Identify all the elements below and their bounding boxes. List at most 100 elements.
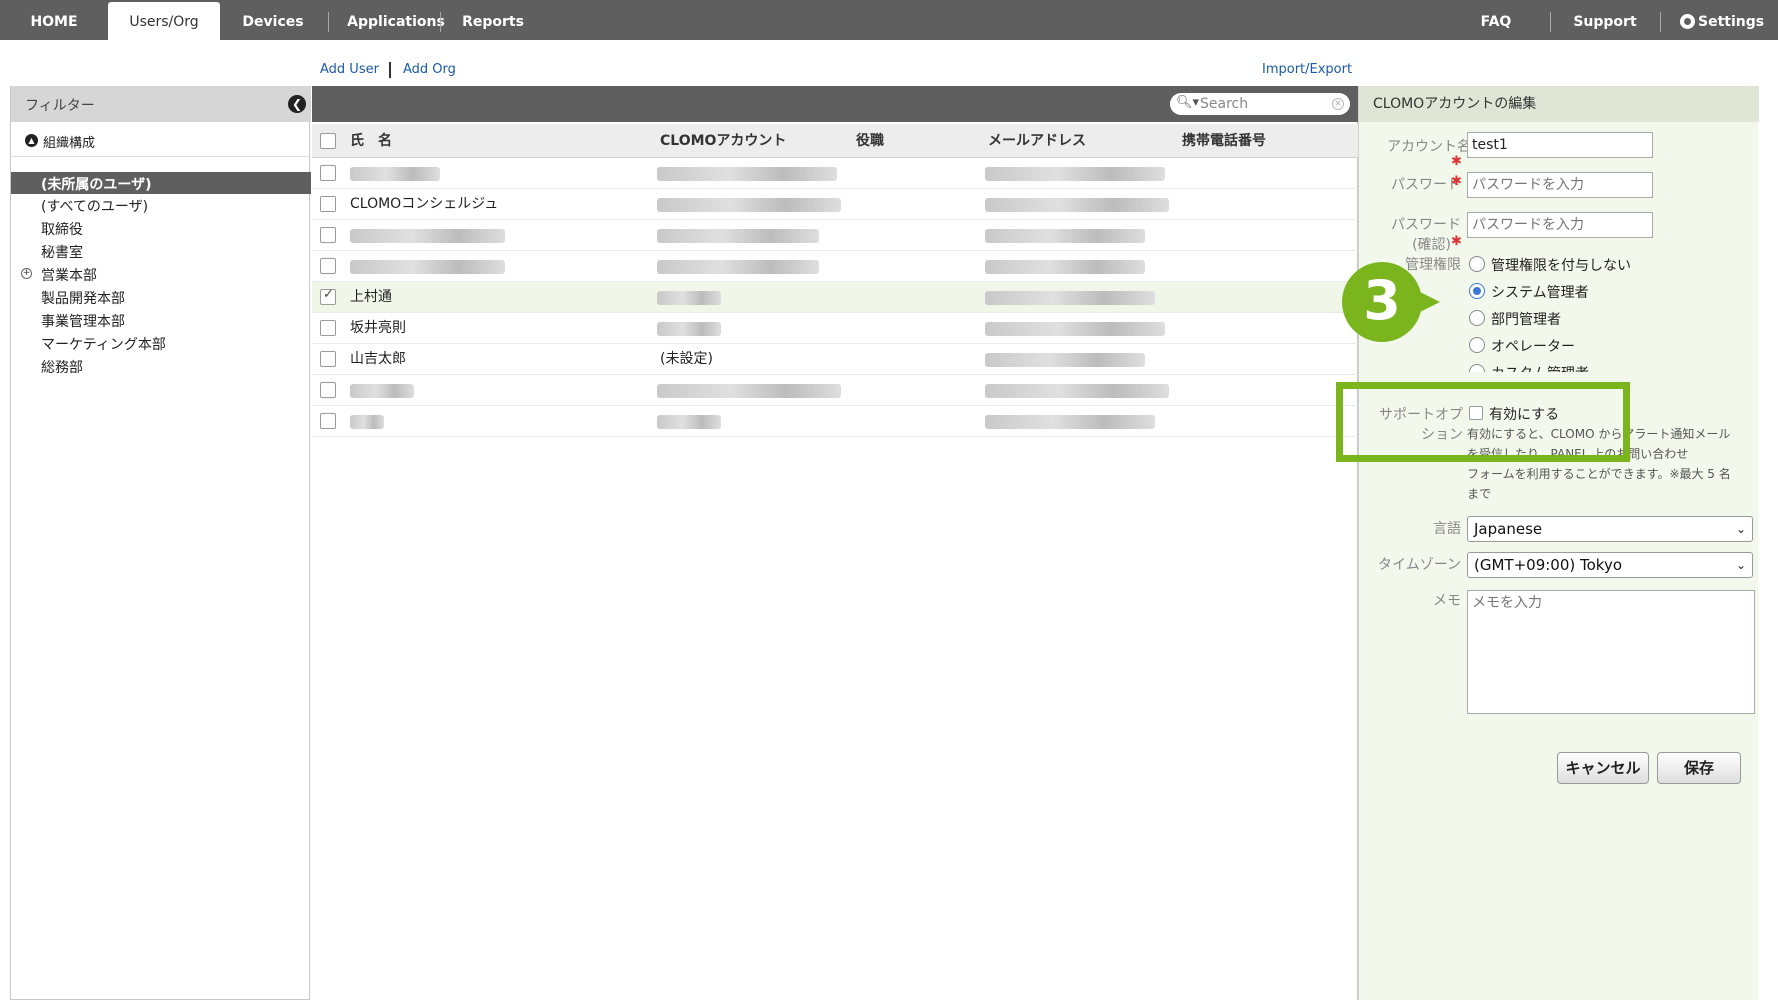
table-row[interactable] — [312, 375, 1358, 406]
col-mobile[interactable]: 携帯電話番号 — [1182, 124, 1266, 158]
row-checkbox[interactable] — [320, 227, 336, 243]
tab-devices[interactable]: Devices — [232, 0, 314, 40]
filter-header: フィルター ❮ — [11, 86, 311, 122]
admin-option-system-radio[interactable] — [1469, 283, 1485, 299]
row-checkbox[interactable]: ✓ — [320, 287, 336, 305]
sidebar-item-label: (未所属のユーザ) — [41, 177, 152, 193]
faq-link[interactable]: FAQ — [1466, 0, 1526, 40]
password-input[interactable] — [1467, 172, 1653, 198]
cancel-button[interactable]: キャンセル — [1557, 752, 1649, 784]
blurred-email — [985, 291, 1155, 305]
account-name-input[interactable] — [1467, 132, 1653, 158]
row-checkbox[interactable] — [320, 413, 336, 429]
table-row[interactable] — [312, 220, 1358, 251]
row-checkbox[interactable] — [320, 258, 336, 274]
blurred-account — [657, 322, 721, 336]
table-row[interactable] — [312, 406, 1358, 437]
admin-option-label: 部門管理者 — [1491, 312, 1561, 328]
tab-home[interactable]: HOME — [10, 0, 98, 40]
tab-applications[interactable]: Applications — [336, 0, 456, 40]
settings-link[interactable]: Settings — [1698, 0, 1768, 40]
highlight-box — [1336, 382, 1630, 462]
sidebar-item-secretariat[interactable]: 秘書室 — [41, 242, 83, 262]
table-row[interactable] — [312, 158, 1358, 189]
search-placeholder: Search — [1200, 96, 1249, 112]
sidebar-item-directors[interactable]: 取締役 — [41, 219, 83, 239]
select-all-checkbox[interactable] — [320, 133, 336, 149]
memo-textarea[interactable] — [1467, 590, 1755, 714]
language-select[interactable]: Japanese ⌄ — [1467, 516, 1753, 542]
chevron-down-icon: ⌄ — [1735, 522, 1746, 536]
tab-users-org[interactable]: Users/Org — [108, 2, 220, 42]
password-label: パスワード — [1391, 177, 1461, 193]
support-link[interactable]: Support — [1568, 0, 1642, 40]
blurred-account — [657, 384, 841, 398]
chevron-down-icon: ⌄ — [1735, 558, 1746, 572]
blurred-email — [985, 415, 1155, 429]
nav-divider — [440, 12, 441, 32]
timezone-select[interactable]: (GMT+09:00) Tokyo ⌄ — [1467, 552, 1753, 578]
row-checkbox[interactable] — [320, 320, 336, 336]
table-row[interactable]: 山吉太郎 (未設定) — [312, 344, 1358, 375]
row-name: CLOMOコンシェルジュ — [350, 196, 499, 212]
org-structure-icon[interactable]: ▲ — [25, 134, 38, 147]
sidebar-item-all-users[interactable]: (すべてのユーザ) — [41, 196, 148, 216]
clear-icon[interactable]: × — [1332, 98, 1344, 110]
admin-option-custom-radio[interactable] — [1469, 364, 1485, 372]
list-toolbar: 🔍︎▾ Search × — [312, 86, 1358, 122]
blurred-email — [985, 198, 1169, 212]
expand-icon[interactable]: + — [21, 268, 32, 279]
top-nav: HOME Users/Org Devices Applications Repo… — [0, 0, 1778, 42]
divider — [11, 156, 311, 157]
col-email[interactable]: メールアドレス — [988, 124, 1086, 158]
import-export-link[interactable]: Import/Export — [1262, 62, 1352, 77]
add-org-link[interactable]: Add Org — [403, 62, 456, 77]
sidebar-item-marketing[interactable]: マーケティング本部 — [41, 334, 166, 354]
admin-option-label: カスタム管理者 — [1491, 363, 1589, 372]
edit-panel-title: CLOMOアカウントの編集 — [1359, 86, 1759, 122]
sidebar-item-general-affairs[interactable]: 総務部 — [41, 357, 83, 377]
blurred-name — [350, 415, 384, 429]
sidebar-item-product-dev[interactable]: 製品開発本部 — [41, 288, 125, 308]
col-title[interactable]: 役職 — [856, 124, 884, 158]
step-number: 3 — [1363, 269, 1401, 332]
check-icon: ✓ — [323, 287, 334, 302]
admin-option-operator-radio[interactable] — [1469, 337, 1485, 353]
language-label: 言語 — [1433, 521, 1461, 537]
col-account[interactable]: CLOMOアカウント — [660, 124, 786, 158]
row-checkbox[interactable] — [320, 382, 336, 398]
sidebar-item-business-mgmt[interactable]: 事業管理本部 — [41, 311, 125, 331]
table-row[interactable]: 坂井亮則 — [312, 313, 1358, 344]
row-checkbox[interactable] — [320, 165, 336, 181]
org-structure-label[interactable]: 組織構成 — [43, 132, 95, 151]
memo-label: メモ — [1433, 593, 1461, 609]
admin-option-none-radio[interactable] — [1469, 256, 1485, 272]
tab-reports[interactable]: Reports — [452, 0, 534, 40]
table-row[interactable] — [312, 251, 1358, 282]
search-icon: 🔍︎▾ — [1176, 95, 1200, 110]
row-checkbox[interactable] — [320, 351, 336, 367]
filter-sidebar: フィルター ❮ ▲ 組織構成 (未所属のユーザ) (すべてのユーザ) 取締役 秘… — [10, 86, 311, 1000]
edit-account-panel: CLOMOアカウントの編集 アカウント名 ✱ パスワード ✱ パスワード (確認… — [1358, 86, 1759, 1000]
admin-option-department-radio[interactable] — [1469, 310, 1485, 326]
sidebar-item-unassigned[interactable]: (未所属のユーザ) — [11, 172, 311, 194]
col-name[interactable]: 氏 名 — [350, 124, 392, 158]
add-user-link[interactable]: Add User — [320, 62, 379, 77]
language-value: Japanese — [1474, 520, 1543, 538]
filter-label: フィルター — [25, 98, 95, 114]
save-button[interactable]: 保存 — [1657, 752, 1741, 784]
collapse-sidebar-icon[interactable]: ❮ — [288, 95, 306, 113]
blurred-email — [985, 384, 1169, 398]
password-confirm-input[interactable] — [1467, 212, 1653, 238]
nav-divider — [328, 12, 329, 32]
table-row[interactable]: ✓ 上村通 — [312, 282, 1358, 313]
support-help-line: フォームを利用することができます。※最大 5 名 — [1467, 467, 1731, 481]
search-input[interactable]: 🔍︎▾ Search × — [1170, 93, 1350, 115]
required-mark: ✱ — [1451, 234, 1462, 249]
row-checkbox[interactable] — [320, 196, 336, 212]
gear-icon[interactable] — [1680, 14, 1695, 29]
support-help-line: まで — [1467, 487, 1492, 501]
table-row[interactable]: CLOMOコンシェルジュ — [312, 189, 1358, 220]
sidebar-item-sales[interactable]: 営業本部 — [41, 265, 97, 285]
blurred-account — [657, 198, 841, 212]
